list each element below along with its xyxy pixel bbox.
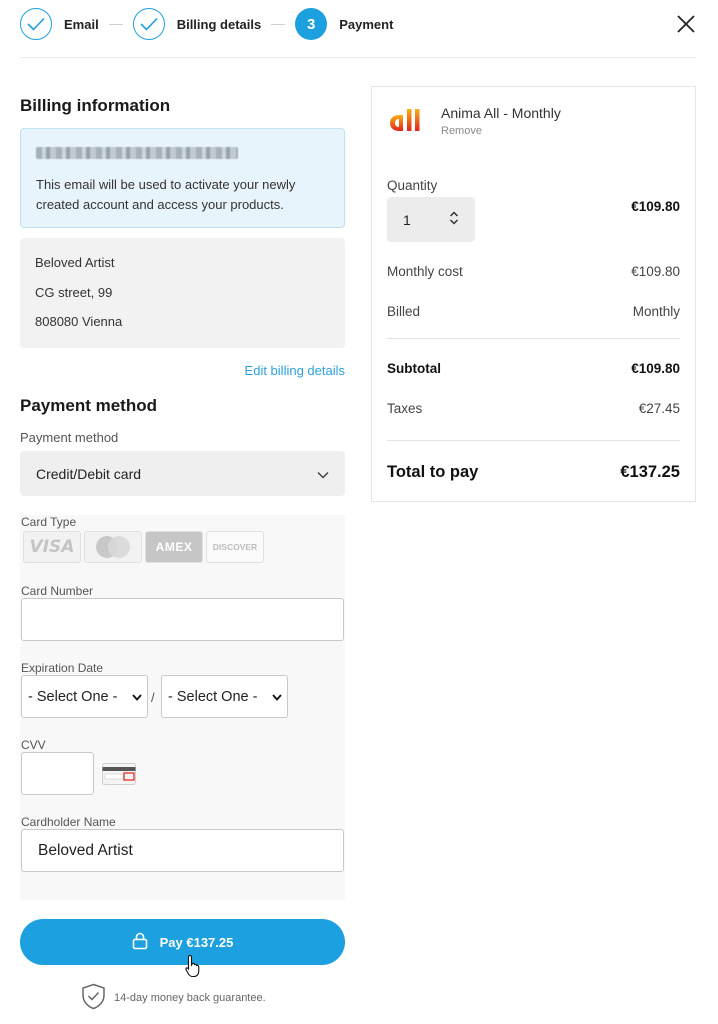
- monthly-cost-label: Monthly cost: [387, 264, 463, 279]
- summary-divider: [387, 338, 680, 339]
- total-value: €137.25: [620, 463, 680, 481]
- quantity-label: Quantity: [387, 178, 438, 193]
- billing-info-title: Billing information: [20, 96, 171, 115]
- exp-year-select[interactable]: - Select One -: [161, 675, 288, 718]
- address-street: CG street, 99: [35, 284, 113, 300]
- chevron-down-icon: [272, 689, 282, 705]
- payment-method-title: Payment method: [20, 396, 157, 415]
- email-note: This email will be used to activate your…: [36, 177, 296, 212]
- chevron-down-icon: [132, 689, 142, 705]
- remove-link[interactable]: Remove: [441, 125, 482, 137]
- cvv-card-icon: [102, 763, 136, 785]
- chevron-down-icon: [317, 466, 329, 482]
- step-payment-label: Payment: [339, 16, 394, 32]
- shield-check-icon: [81, 983, 106, 1013]
- lock-icon: [132, 932, 148, 953]
- step-email-label: Email: [64, 16, 99, 32]
- step-payment-number: 3: [295, 8, 328, 40]
- top-divider: [20, 57, 696, 58]
- step-billing-check-icon: [132, 8, 165, 40]
- billed-value: Monthly: [632, 304, 680, 319]
- expiration-label: Expiration Date: [21, 661, 104, 675]
- visa-logo-text: VISA: [29, 537, 75, 557]
- step-email: Email: [20, 8, 99, 40]
- mastercard-logo-icon[interactable]: [84, 531, 142, 563]
- card-number-label: Card Number: [21, 584, 94, 598]
- subtotal-label: Subtotal: [387, 361, 441, 376]
- total-label: Total to pay: [387, 463, 479, 481]
- chevron-up-down-icon[interactable]: [449, 210, 459, 229]
- payment-method-label: Payment method: [20, 430, 119, 445]
- subtotal-value: €109.80: [631, 361, 680, 376]
- quantity-stepper[interactable]: 1: [387, 197, 475, 242]
- email-info-box: This email will be used to activate your…: [20, 128, 345, 228]
- taxes-value: €27.45: [638, 401, 680, 416]
- hand-cursor-icon: [184, 954, 202, 983]
- cvv-input[interactable]: [21, 752, 94, 795]
- exp-month-select[interactable]: - Select One -: [21, 675, 148, 718]
- step-payment: 3 Payment: [295, 8, 393, 40]
- address-city: 808080 Vienna: [35, 314, 123, 329]
- summary-divider: [387, 440, 680, 441]
- step-separator: [271, 23, 286, 25]
- quantity-value: 1: [403, 211, 411, 228]
- guarantee-text: 14-day money back guarantee.: [114, 992, 266, 1004]
- pay-button[interactable]: Pay €137.25: [20, 919, 345, 965]
- billing-address-box: Beloved Artist CG street, 99 808080 Vien…: [20, 238, 345, 348]
- amex-logo-text: AMEX: [155, 540, 193, 554]
- card-form: Card Type VISA AMEX DISCOVER Card Number…: [20, 515, 345, 900]
- address-name: Beloved Artist: [35, 255, 115, 270]
- taxes-label: Taxes: [387, 401, 423, 416]
- monthly-cost-value: €109.80: [631, 264, 680, 279]
- cvv-label: CVV: [21, 738, 46, 752]
- visa-logo-icon[interactable]: VISA: [23, 531, 81, 563]
- discover-logo-icon[interactable]: DISCOVER: [206, 531, 264, 563]
- amex-logo-icon[interactable]: AMEX: [145, 531, 203, 563]
- step-billing-label: Billing details: [176, 16, 262, 32]
- step-billing: Billing details: [132, 8, 262, 40]
- exp-month-value: - Select One -: [28, 688, 118, 705]
- order-summary: Anima All - Monthly Remove Quantity 1 €1…: [371, 86, 696, 502]
- blurred-email: [36, 147, 238, 159]
- checkout-stepper: Email Billing details 3 Payment: [20, 6, 393, 42]
- step-separator: [108, 23, 123, 25]
- card-number-input[interactable]: [21, 598, 344, 641]
- exp-year-value: - Select One -: [168, 688, 258, 705]
- billing-and-payment-column: Billing information This email will be u…: [20, 96, 345, 496]
- discover-logo-text: DISCOVER: [212, 542, 258, 552]
- edit-billing-link[interactable]: Edit billing details: [20, 363, 345, 378]
- card-type-logos: VISA AMEX DISCOVER: [23, 531, 264, 563]
- exp-separator: /: [151, 690, 155, 705]
- cardholder-input[interactable]: Beloved Artist: [21, 829, 344, 872]
- billed-label: Billed: [387, 304, 421, 319]
- cardholder-label: Cardholder Name: [21, 815, 116, 829]
- line-price: €109.80: [631, 199, 680, 214]
- card-type-label: Card Type: [21, 515, 77, 529]
- anima-all-logo-icon: [388, 107, 426, 138]
- money-back-guarantee: 14-day money back guarantee.: [81, 983, 266, 1013]
- product-name: Anima All - Monthly: [441, 105, 561, 121]
- step-email-check-icon: [20, 8, 52, 40]
- payment-method-select[interactable]: Credit/Debit card: [20, 451, 345, 496]
- pay-button-label: Pay €137.25: [159, 934, 234, 950]
- close-icon[interactable]: [674, 12, 698, 36]
- payment-method-value: Credit/Debit card: [36, 465, 142, 482]
